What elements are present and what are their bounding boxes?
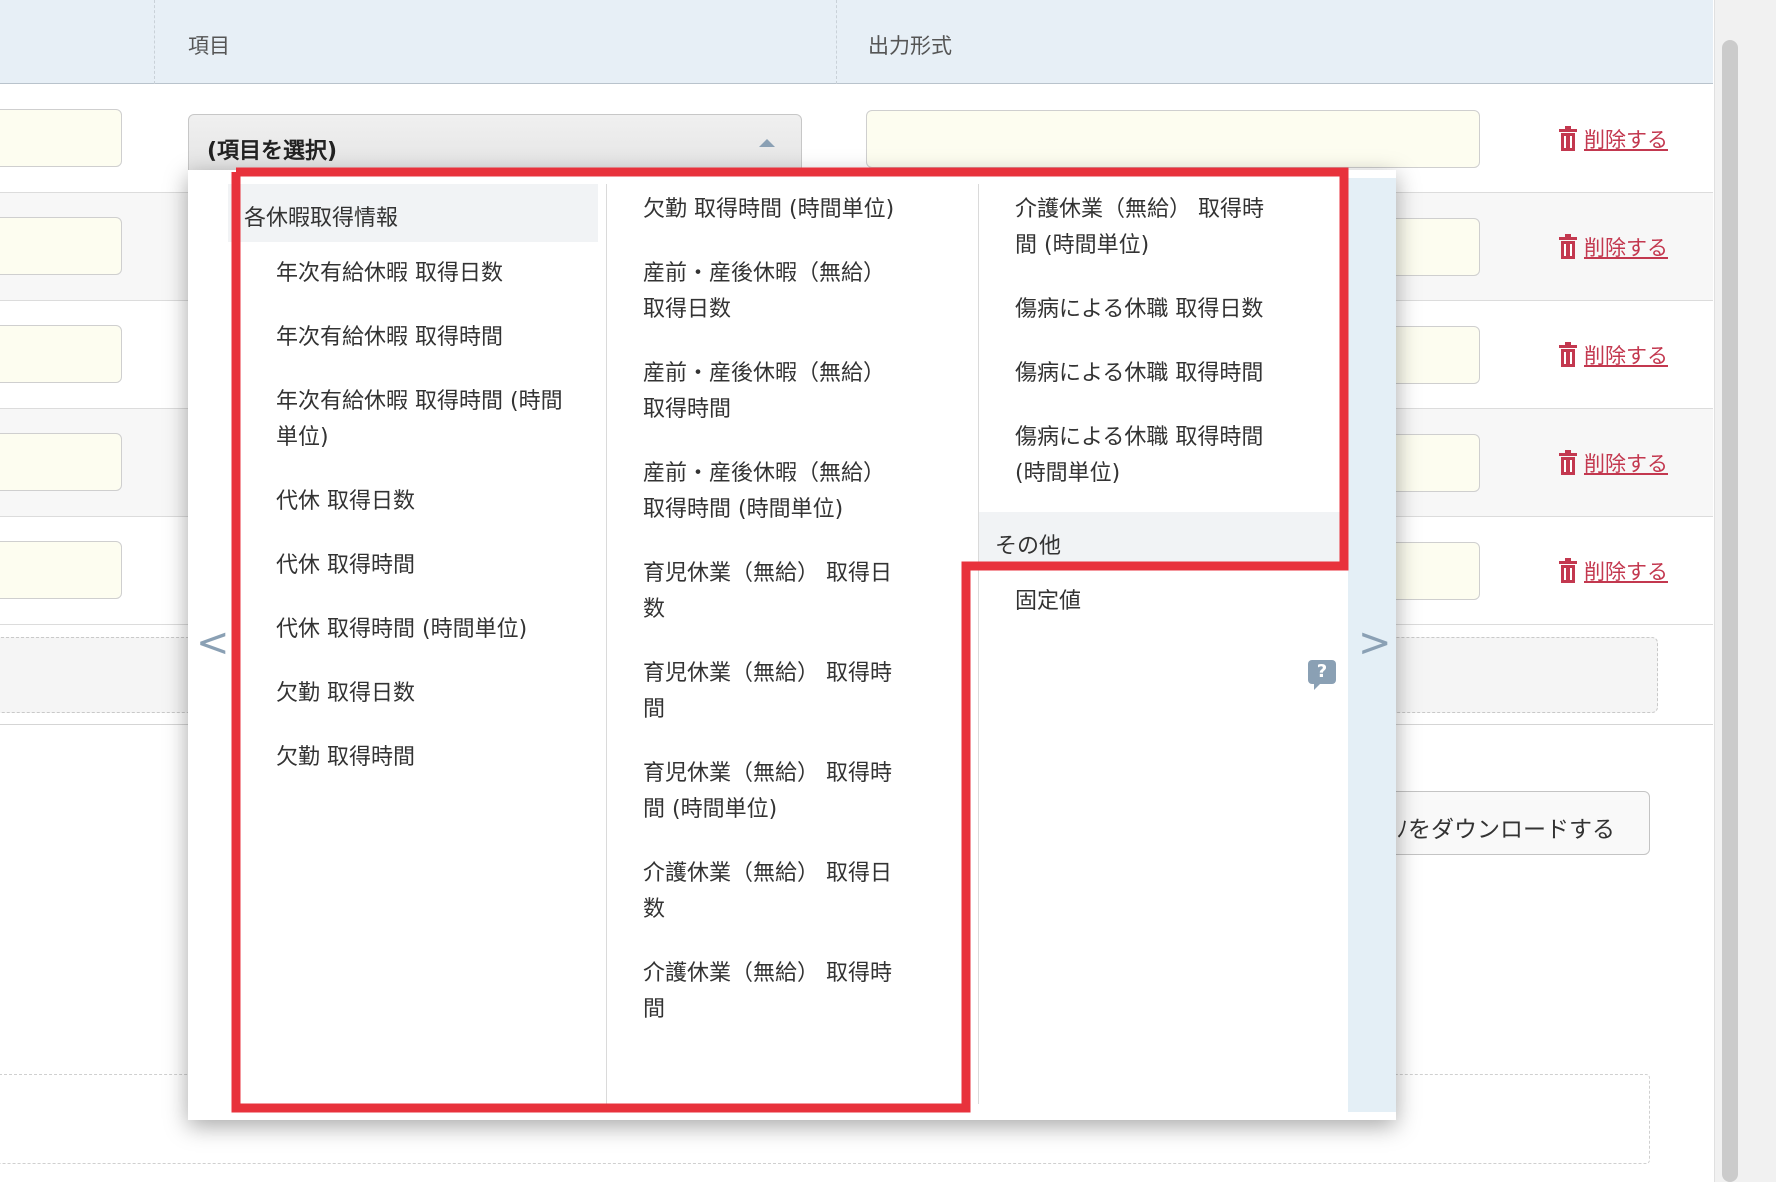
download-button[interactable]: ﾉをダウンロードする <box>1360 791 1650 855</box>
format-input[interactable] <box>866 110 1480 168</box>
help-icon[interactable]: ? <box>1308 660 1336 690</box>
dropdown-column-2: 欠勤 取得時間 (時間単位) 産前・産後休暇（無給） 取得日数 産前・産後休暇（… <box>606 184 966 1104</box>
select-value: (項目を選択) <box>207 139 338 164</box>
option-item[interactable]: 欠勤 取得時間 (時間単位) <box>607 192 897 228</box>
table-header: 項目 出力形式 <box>0 0 1713 84</box>
option-item[interactable]: 産前・産後休暇（無給） 取得時間 <box>607 356 897 428</box>
option-item[interactable]: 産前・産後休暇（無給） 取得時間 (時間単位) <box>607 456 897 528</box>
option-item[interactable]: 代休 取得時間 (時間単位) <box>236 612 566 648</box>
header-item-label: 項目 <box>188 34 230 58</box>
row-input[interactable] <box>0 433 122 491</box>
option-item[interactable]: 代休 取得時間 <box>236 548 566 584</box>
delete-link[interactable]: 削除する <box>1558 232 1668 262</box>
option-item[interactable]: 介護休業（無給） 取得時間 (時間単位) <box>979 192 1279 264</box>
delete-link[interactable]: 削除する <box>1558 448 1668 478</box>
dropdown-panel: < > 各休暇取得情報 年次有給休暇 取得日数 年次有給休暇 取得時間 年次有給… <box>188 170 1396 1120</box>
screen: 項目 出力形式 削除する 削除する 削除する 削除する 削除する (項目を選択)… <box>0 0 1776 1182</box>
option-item[interactable]: 年次有給休暇 取得時間 (時間単位) <box>236 384 566 456</box>
group-header: 各休暇取得情報 <box>228 184 598 242</box>
option-item[interactable]: 産前・産後休暇（無給） 取得日数 <box>607 256 897 328</box>
option-item[interactable]: 年次有給休暇 取得日数 <box>236 256 566 292</box>
delete-link[interactable]: 削除する <box>1558 556 1668 586</box>
row-input[interactable] <box>0 217 122 275</box>
row-input[interactable] <box>0 109 122 167</box>
trash-icon <box>1559 234 1577 259</box>
row-input[interactable] <box>0 325 122 383</box>
caret-up-icon <box>759 139 775 147</box>
option-item[interactable]: 欠勤 取得時間 <box>236 740 566 776</box>
dropdown-column-3: 介護休業（無給） 取得時間 (時間単位) 傷病による休職 取得日数 傷病による休… <box>978 184 1349 1104</box>
header-divider <box>836 0 837 84</box>
header-divider <box>154 0 155 84</box>
option-item[interactable]: 傷病による休職 取得時間 <box>979 356 1279 392</box>
trash-icon <box>1559 126 1577 151</box>
row-input[interactable] <box>0 541 122 599</box>
delete-label: 削除する <box>1584 560 1668 584</box>
delete-label: 削除する <box>1584 128 1668 152</box>
option-item[interactable]: 代休 取得日数 <box>236 484 566 520</box>
option-item[interactable]: 育児休業（無給） 取得日数 <box>607 556 897 628</box>
trash-icon <box>1559 558 1577 583</box>
option-item[interactable]: 欠勤 取得日数 <box>236 676 566 712</box>
option-item[interactable]: 育児休業（無給） 取得時間 (時間単位) <box>607 756 897 828</box>
chevron-right-icon[interactable]: > <box>1358 620 1392 666</box>
option-item[interactable]: 介護休業（無給） 取得日数 <box>607 856 897 928</box>
item-select[interactable]: (項目を選択) <box>188 114 802 174</box>
dropdown-column-1: 各休暇取得情報 年次有給休暇 取得日数 年次有給休暇 取得時間 年次有給休暇 取… <box>228 184 598 1104</box>
delete-link[interactable]: 削除する <box>1558 340 1668 370</box>
trash-icon <box>1559 450 1577 475</box>
option-item[interactable]: 傷病による休職 取得日数 <box>979 292 1279 328</box>
trash-icon <box>1559 342 1577 367</box>
delete-label: 削除する <box>1584 452 1668 476</box>
header-format-label: 出力形式 <box>868 34 952 58</box>
delete-link[interactable]: 削除する <box>1558 124 1668 154</box>
option-item[interactable]: 年次有給休暇 取得時間 <box>236 320 566 356</box>
option-item[interactable]: 固定値 <box>979 584 1279 620</box>
group-header: その他 <box>979 512 1349 570</box>
download-label: ﾉをダウンロードする <box>1396 817 1616 843</box>
scrollbar-thumb[interactable] <box>1722 40 1738 1182</box>
delete-label: 削除する <box>1584 236 1668 260</box>
option-item[interactable]: 傷病による休職 取得時間 (時間単位) <box>979 420 1279 492</box>
option-item[interactable]: 介護休業（無給） 取得時間 <box>607 956 897 1028</box>
chevron-left-icon[interactable]: < <box>196 620 230 666</box>
delete-label: 削除する <box>1584 344 1668 368</box>
option-item[interactable]: 育児休業（無給） 取得時間 <box>607 656 897 728</box>
